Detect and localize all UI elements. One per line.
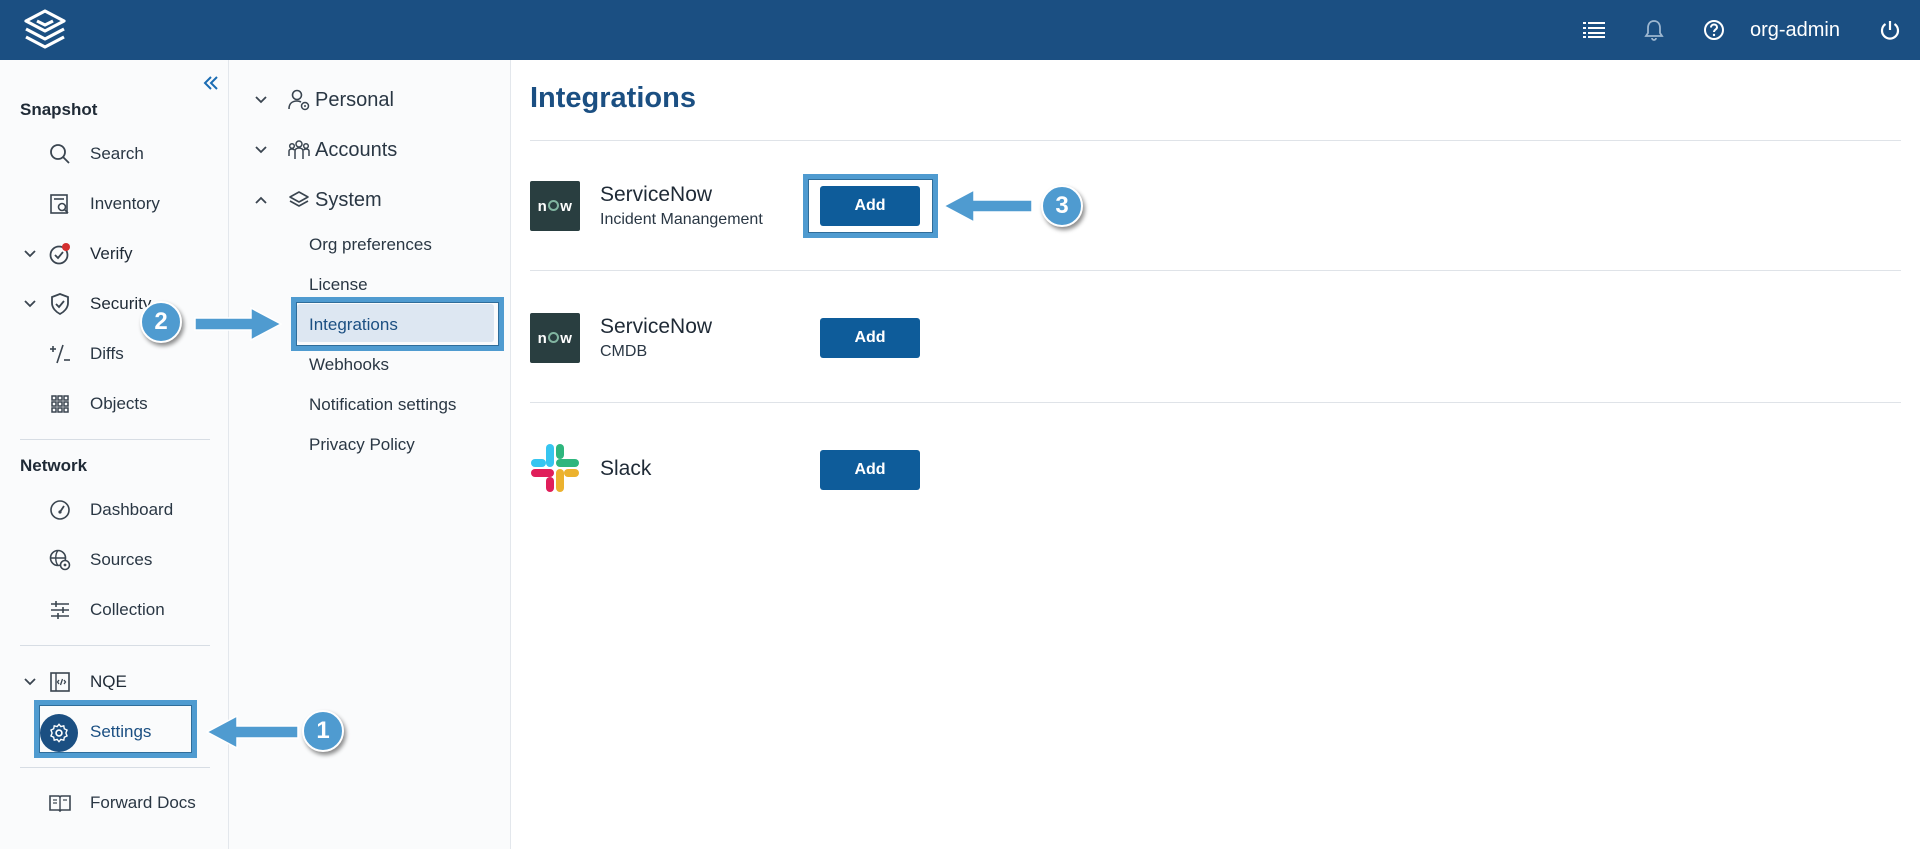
nav-label-dashboard: Dashboard <box>90 500 174 519</box>
integration-subtitle: Incident Manangement <box>600 211 763 228</box>
top-bar: org-admin <box>0 0 1920 60</box>
nav-label-diffs: Diffs <box>90 344 124 363</box>
app-root: org-admin Snapshot Search Inventory Veri… <box>0 0 1920 849</box>
callout-highlight-add-button <box>803 174 938 238</box>
subnav-group-personal[interactable]: Personal <box>229 78 510 122</box>
nav-item-dashboard[interactable]: Dashboard <box>0 488 228 532</box>
sources-globe-gear-icon <box>49 549 71 571</box>
integration-row-slack: Slack Add <box>530 443 1030 503</box>
integration-name: ServiceNow <box>600 315 713 338</box>
nav-label-search: Search <box>90 144 144 163</box>
nav-label-objects: Objects <box>90 394 148 413</box>
nav-label-verify: Verify <box>90 244 133 263</box>
nav-item-collection[interactable]: Collection <box>0 588 228 632</box>
dashboard-gauge-icon <box>50 500 70 520</box>
row-divider <box>530 270 1901 271</box>
add-slack-button[interactable]: Add <box>820 450 920 490</box>
chevron-down-icon[interactable] <box>22 296 38 312</box>
integration-subtitle: CMDB <box>600 343 648 360</box>
book-icon <box>49 795 71 813</box>
help-icon[interactable] <box>1684 0 1744 60</box>
slack-logo-icon <box>531 444 579 492</box>
top-bar-actions: org-admin <box>1564 0 1920 60</box>
step-badge-3: 3 <box>1041 185 1083 227</box>
objects-grid-icon <box>51 395 69 413</box>
nav-item-sources[interactable]: Sources <box>0 538 228 582</box>
chevron-down-icon[interactable] <box>22 246 38 262</box>
chevron-down-icon[interactable] <box>253 92 269 108</box>
callout-arrow-left-icon <box>942 188 1033 224</box>
verify-icon <box>49 243 70 265</box>
user-menu[interactable]: org-admin <box>1744 19 1860 42</box>
collapse-sidebar-icon[interactable] <box>200 72 222 94</box>
task-list-icon[interactable] <box>1564 0 1624 60</box>
subnav-group-accounts[interactable]: Accounts <box>229 128 510 172</box>
nav-item-search[interactable]: Search <box>0 132 228 176</box>
nav-item-forward-docs[interactable]: Forward Docs <box>0 781 228 825</box>
callout-highlight-settings <box>34 700 197 758</box>
subnav-item-webhooks[interactable]: Webhooks <box>309 355 389 375</box>
main-content: Integrations nw ServiceNow Incident Mana… <box>511 60 1920 849</box>
integration-name: Slack <box>600 457 652 480</box>
power-icon[interactable] <box>1860 0 1920 60</box>
nav-label-inventory: Inventory <box>90 194 160 213</box>
notification-bell-icon[interactable] <box>1624 0 1684 60</box>
chevron-down-icon[interactable] <box>253 142 269 158</box>
code-file-icon <box>50 672 70 692</box>
subnav-label-system: System <box>315 189 382 211</box>
nav-divider <box>20 645 210 646</box>
nav-divider <box>20 439 210 440</box>
nav-divider <box>20 767 210 768</box>
callout-arrow-right-icon <box>194 306 283 342</box>
layers-icon <box>289 191 309 207</box>
nav-label-collection: Collection <box>90 600 165 619</box>
section-title-network: Network <box>20 456 88 475</box>
subnav-label-personal: Personal <box>315 89 394 111</box>
user-gear-icon <box>288 89 310 111</box>
step-badge-1: 1 <box>302 710 344 752</box>
nav-label-forward-docs: Forward Docs <box>90 793 196 812</box>
servicenow-logo-icon: nw <box>530 313 580 363</box>
integration-row-servicenow-cmdb: nw ServiceNow CMDB Add <box>530 313 1030 373</box>
nav-label-nqe: NQE <box>90 672 127 691</box>
sliders-icon <box>51 601 69 619</box>
section-title-snapshot: Snapshot <box>20 100 98 119</box>
subnav-item-org-preferences[interactable]: Org preferences <box>309 235 432 255</box>
chevron-down-icon[interactable] <box>22 674 38 690</box>
nav-item-inventory[interactable]: Inventory <box>0 182 228 226</box>
add-servicenow-cmdb-button[interactable]: Add <box>820 318 920 358</box>
step-badge-2: 2 <box>140 301 182 343</box>
subnav-group-system[interactable]: System <box>229 178 510 222</box>
nav-item-verify[interactable]: Verify <box>0 232 228 276</box>
shield-icon <box>51 293 69 316</box>
title-divider <box>530 140 1901 141</box>
search-icon <box>50 144 70 164</box>
nav-label-sources: Sources <box>90 550 153 569</box>
subnav-label-accounts: Accounts <box>315 139 398 161</box>
diffs-icon <box>50 344 70 364</box>
subnav-item-license[interactable]: License <box>309 275 368 295</box>
callout-arrow-left-icon <box>205 714 299 750</box>
row-divider <box>530 402 1901 403</box>
integration-name: ServiceNow <box>600 183 713 206</box>
inventory-icon <box>50 194 69 214</box>
servicenow-logo-icon: nw <box>530 181 580 231</box>
users-group-icon <box>288 140 310 159</box>
callout-highlight-integrations <box>291 297 504 351</box>
app-logo-icon[interactable] <box>18 8 72 52</box>
subnav-item-notification-settings[interactable]: Notification settings <box>309 395 456 415</box>
chevron-up-icon[interactable] <box>253 192 269 208</box>
page-title: Integrations <box>530 82 696 114</box>
nav-item-nqe[interactable]: NQE <box>0 660 228 704</box>
subnav-item-privacy-policy[interactable]: Privacy Policy <box>309 435 415 455</box>
nav-item-objects[interactable]: Objects <box>0 382 228 426</box>
